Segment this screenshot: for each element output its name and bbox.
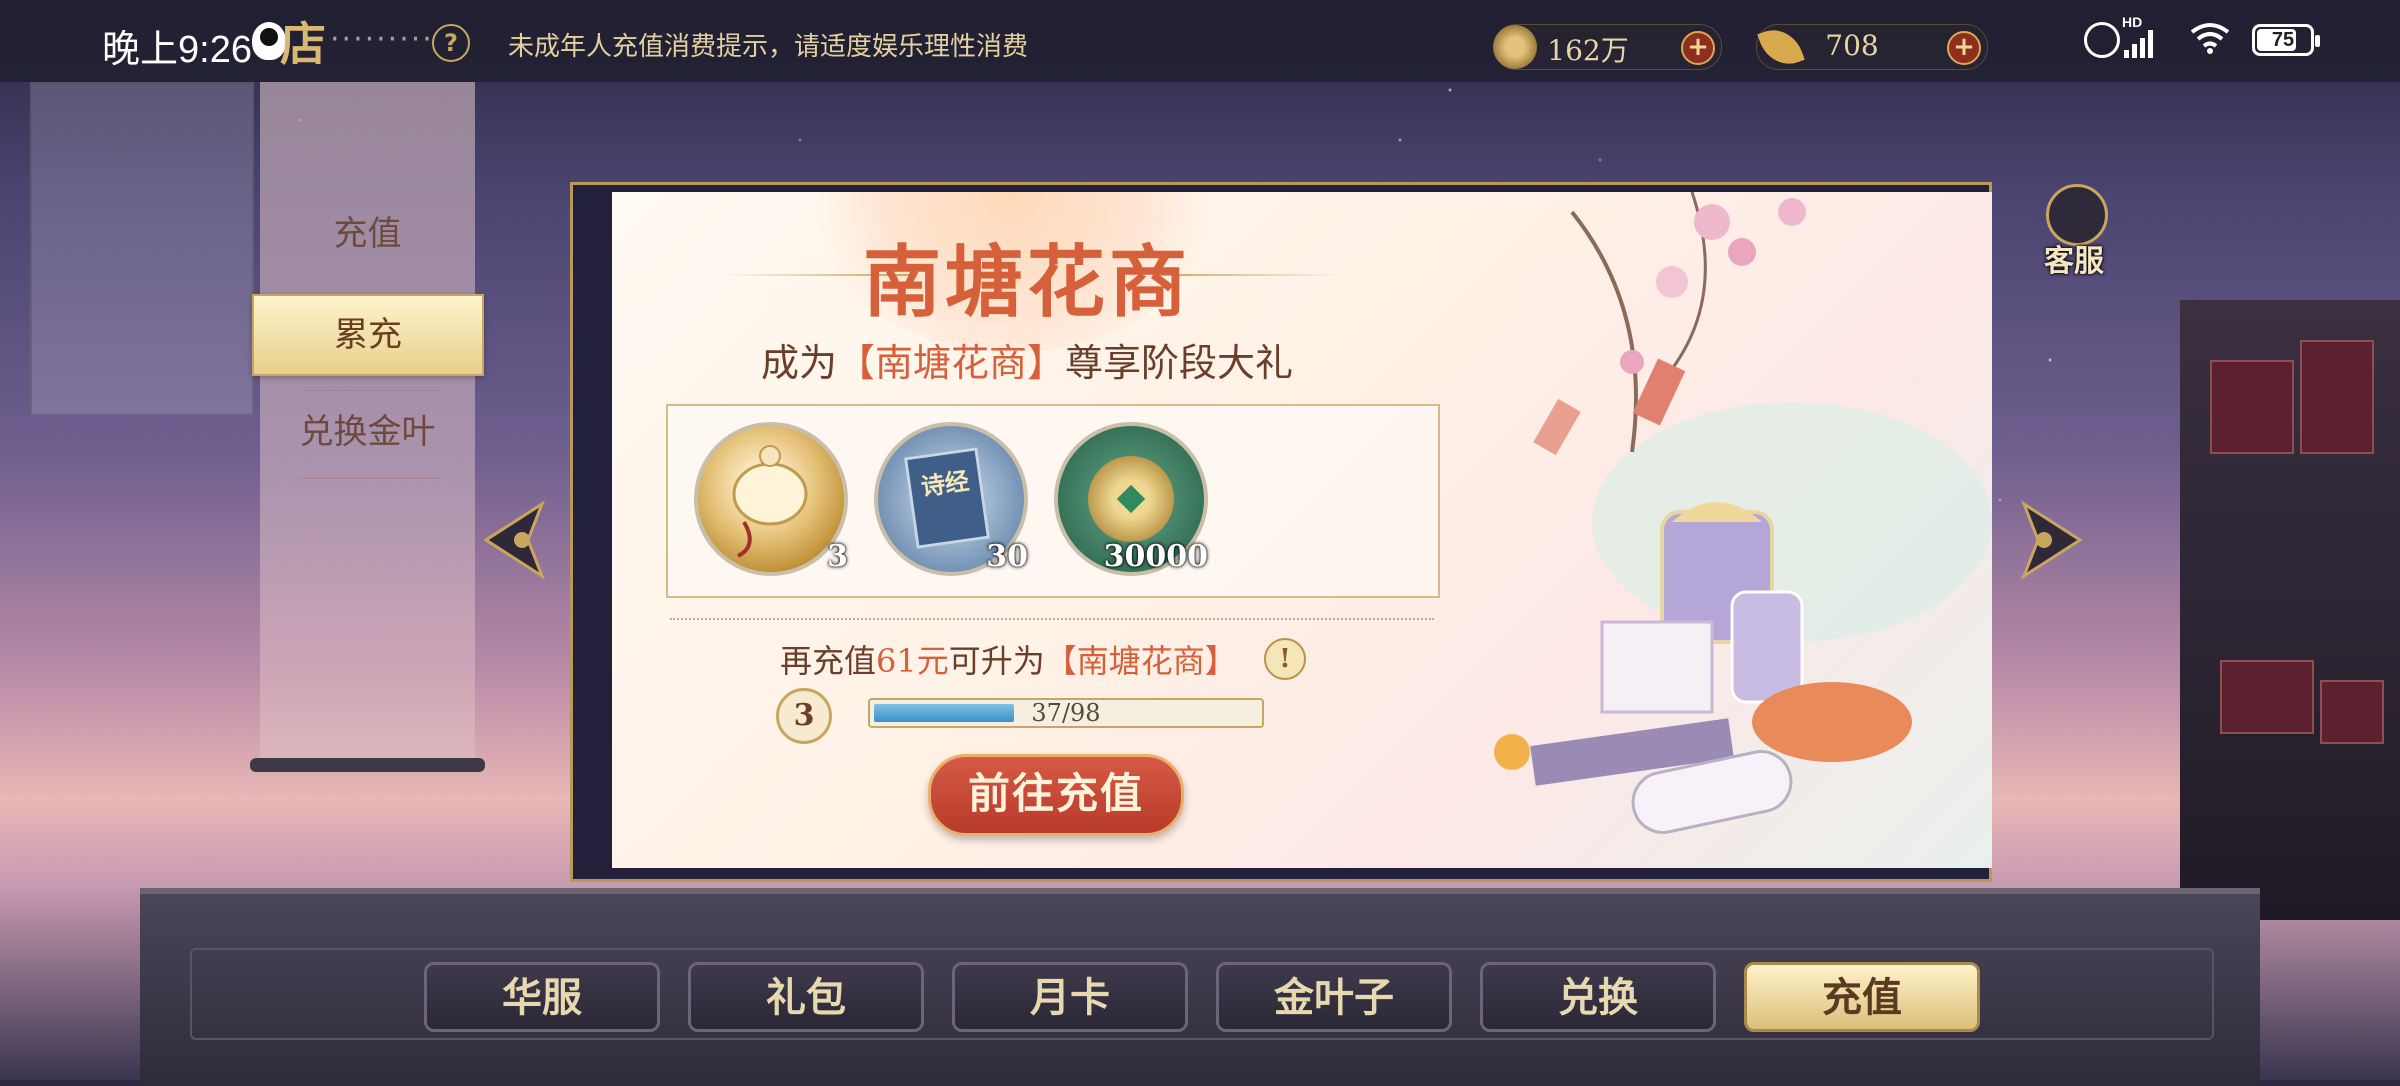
reward-poetry-book[interactable]: 诗经 30 xyxy=(874,422,1028,576)
add-gold-leaf-button[interactable]: + xyxy=(1947,31,1981,65)
signal-icon xyxy=(2124,28,2158,58)
gold-leaf-amount: 708 xyxy=(1825,29,1879,62)
minor-spending-notice: 未成年人充值消费提示，请适度娱乐理性消费 xyxy=(508,32,1029,62)
jade-pendant-icon xyxy=(732,445,808,558)
tab-recharge[interactable]: 充值 xyxy=(1744,962,1980,1032)
add-copper-button[interactable]: + xyxy=(1681,31,1715,65)
nav-item-recharge[interactable]: 充值 xyxy=(260,206,475,255)
next-page-arrow-icon[interactable] xyxy=(2018,500,2088,580)
tier-card: 南塘花商 成为【南塘花商】尊享阶段大礼 3 诗经 30 30000 再充值61元… xyxy=(612,192,1992,868)
alarm-icon xyxy=(2084,22,2120,58)
customer-service-label: 客服 xyxy=(2044,244,2104,279)
battery-level: 75 xyxy=(2271,29,2295,51)
bookshelf-decoration xyxy=(2180,300,2400,920)
tab-gold-leaves[interactable]: 金叶子 xyxy=(1216,962,1452,1032)
poetry-book-icon: 诗经 xyxy=(903,447,991,549)
upgrade-hint: 再充值61元可升为【南塘花商】 xyxy=(780,642,1237,680)
tab-exchange[interactable]: 兑换 xyxy=(1480,962,1716,1032)
reward-list: 3 诗经 30 30000 xyxy=(666,404,1440,598)
gift-illustration xyxy=(1494,192,1992,834)
copper-amount: 162万 xyxy=(1547,34,1629,67)
tier-title: 南塘花商 xyxy=(862,237,1191,328)
nav-item-cumulative-recharge[interactable]: 累充 xyxy=(252,294,484,376)
reward-count: 3 xyxy=(827,539,848,574)
hanging-scroll-decoration xyxy=(30,82,254,416)
reward-copper-coin[interactable]: 30000 xyxy=(1054,422,1208,576)
progress-text: 37/98 xyxy=(1031,699,1101,727)
side-nav: 充值 累充 兑换金叶 xyxy=(250,82,485,772)
tier-subtitle: 成为【南塘花商】尊享阶段大礼 xyxy=(760,341,1294,385)
dotted-divider xyxy=(670,618,1434,620)
shop-logo: 店 xyxy=(280,17,326,71)
info-tip-icon[interactable]: ! xyxy=(1264,638,1306,680)
copper-currency: 162万 + xyxy=(1493,24,1722,70)
recharge-progress-bar: 37/98 xyxy=(868,698,1264,728)
nav-divider xyxy=(300,478,440,479)
tab-monthly-card[interactable]: 月卡 xyxy=(952,962,1188,1032)
previous-page-arrow-icon[interactable] xyxy=(478,500,548,580)
scroll-rod xyxy=(250,758,485,772)
help-icon[interactable]: ? xyxy=(432,24,470,62)
reward-count: 30 xyxy=(986,539,1028,574)
tab-gift-packs[interactable]: 礼包 xyxy=(688,962,924,1032)
reward-jade-pendant[interactable]: 3 xyxy=(694,422,848,576)
gold-leaf-currency: 708 + xyxy=(1756,22,1988,72)
clock: 晚上9:26 xyxy=(102,29,252,71)
wifi-icon xyxy=(2190,23,2230,54)
tab-costumes[interactable]: 华服 xyxy=(424,962,660,1032)
nav-item-exchange-gold-leaf[interactable]: 兑换金叶 xyxy=(260,404,475,453)
battery-icon: 75 xyxy=(2252,24,2320,56)
reward-count: 30000 xyxy=(1103,539,1208,574)
go-recharge-button[interactable]: 前往充值 xyxy=(928,754,1184,836)
divider-dots: ········· xyxy=(330,22,434,57)
copper-coin-icon xyxy=(1088,456,1174,542)
status-bar: 晚上9:26 店 ········· ? 未成年人充值消费提示，请适度娱乐理性消… xyxy=(0,0,2400,82)
tier-level-badge: 3 xyxy=(776,688,832,744)
customer-service-button[interactable]: 客服 xyxy=(2032,178,2116,279)
nav-divider xyxy=(300,390,440,391)
